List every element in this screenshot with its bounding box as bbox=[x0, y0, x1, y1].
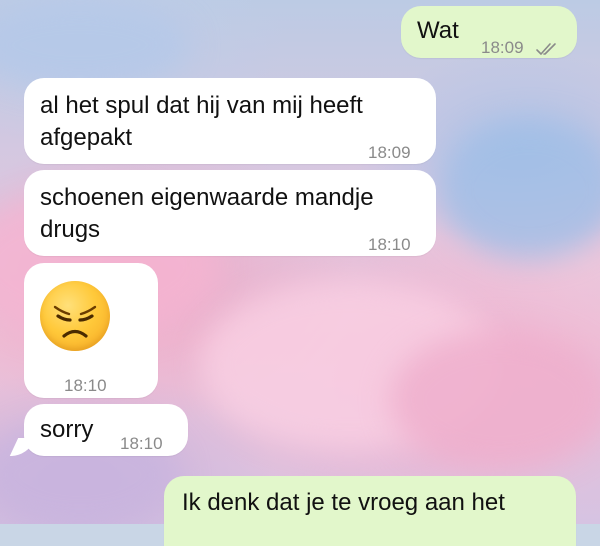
message-text-line: al het spul dat hij van mij heeft bbox=[40, 92, 363, 119]
message-timestamp: 18:10 bbox=[64, 376, 107, 395]
message-timestamp: 18:09 bbox=[481, 38, 524, 57]
message-bubble-outgoing[interactable]: Ik denk dat je te vroeg aan het bbox=[164, 476, 576, 546]
message-text: sorry bbox=[40, 416, 94, 443]
message-timestamp: 18:10 bbox=[368, 235, 411, 254]
message-timestamp: 18:09 bbox=[368, 143, 411, 162]
message-bubble-incoming[interactable]: sorry 18:10 bbox=[24, 404, 188, 456]
message-text-line: afgepakt bbox=[40, 124, 133, 151]
wallpaper-cloud bbox=[390, 330, 600, 470]
wallpaper-cloud bbox=[0, 0, 190, 90]
message-timestamp: 18:10 bbox=[120, 434, 163, 453]
message-text-line: schoenen eigenwaarde mandje bbox=[40, 184, 374, 211]
message-text: Wat bbox=[417, 17, 459, 44]
disappointed-face-icon bbox=[40, 281, 110, 351]
wallpaper-cloud bbox=[440, 120, 600, 260]
message-bubble-incoming[interactable]: schoenen eigenwaarde mandje drugs 18:10 bbox=[24, 170, 436, 256]
message-text-line: drugs bbox=[40, 216, 101, 243]
message-bubble-incoming[interactable]: al het spul dat hij van mij heeft afgepa… bbox=[24, 78, 436, 164]
message-text: Ik denk dat je te vroeg aan het bbox=[182, 489, 505, 516]
read-ticks-icon bbox=[535, 33, 561, 67]
message-bubble-outgoing[interactable]: Wat 18:09 bbox=[401, 6, 577, 58]
